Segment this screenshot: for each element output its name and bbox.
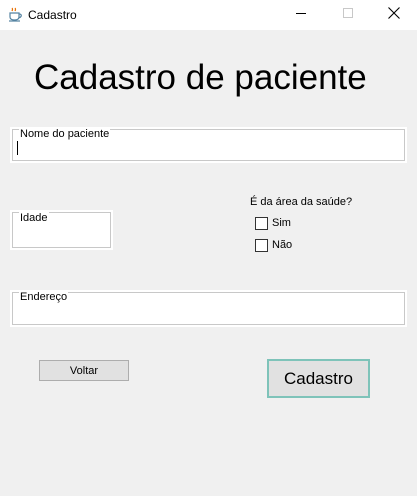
age-label: Idade — [19, 212, 49, 224]
close-button[interactable] — [371, 0, 417, 30]
option-nao[interactable]: Não — [255, 238, 292, 252]
close-icon — [388, 6, 400, 24]
address-label: Endereço — [19, 291, 69, 303]
sim-checkbox[interactable] — [255, 216, 268, 230]
minimize-icon — [295, 6, 307, 24]
sim-label: Sim — [272, 217, 291, 229]
java-cup-icon — [8, 7, 23, 22]
address-field[interactable]: Endereço — [10, 290, 407, 327]
address-input[interactable] — [12, 292, 405, 325]
page-title: Cadastro de paciente — [34, 58, 367, 97]
nao-label: Não — [272, 239, 293, 251]
maximize-button[interactable] — [325, 0, 371, 30]
patient-name-field[interactable]: Nome do paciente — [10, 127, 407, 163]
minimize-button[interactable] — [278, 0, 324, 30]
text-caret — [17, 141, 18, 155]
back-button[interactable]: Voltar — [39, 360, 129, 381]
patient-name-label: Nome do paciente — [19, 128, 111, 140]
maximize-icon — [342, 6, 354, 24]
health-area-question: É da área da saúde? — [250, 196, 353, 208]
age-field[interactable]: Idade — [10, 210, 113, 250]
option-sim[interactable]: Sim — [255, 216, 291, 230]
title-bar: Cadastro — [0, 0, 417, 30]
nao-checkbox[interactable] — [255, 238, 268, 252]
window-title: Cadastro — [28, 8, 77, 22]
register-button[interactable]: Cadastro — [267, 359, 370, 398]
